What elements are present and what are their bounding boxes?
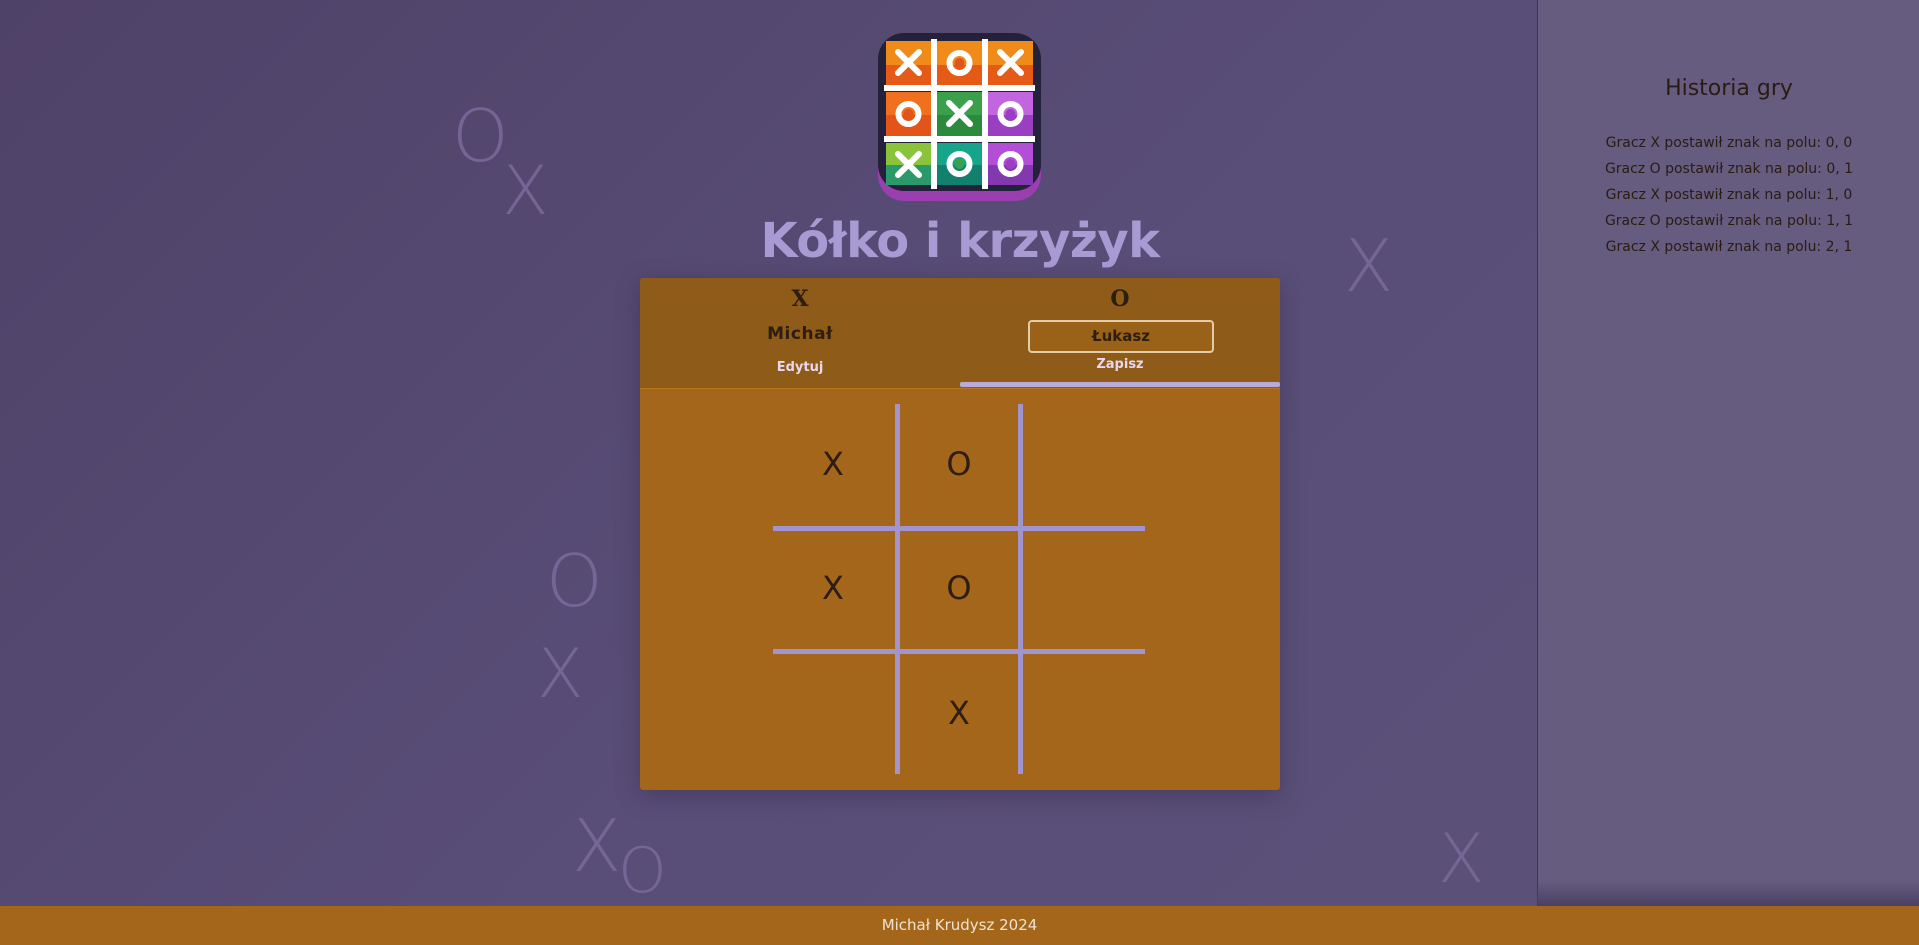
tic-tac-toe-logo-icon [878,33,1041,201]
history-entry: Gracz X postawił znak na polu: 2, 1 [1605,239,1853,255]
player-o: O Łukasz Zapisz [960,278,1280,388]
history-entry: Gracz O postawił znak na polu: 0, 1 [1604,161,1854,177]
save-button[interactable]: Zapisz [960,357,1280,372]
history-entry: Gracz X postawił znak na polu: 0, 0 [1605,135,1853,151]
background-x-glyph: X [502,152,549,231]
footer: Michał Krudysz 2024 [0,906,1919,945]
board-cell-1-0[interactable]: X [773,528,893,648]
board-cell-2-0[interactable] [773,653,893,773]
player-symbol: X [791,286,809,312]
edit-button[interactable]: Edytuj [640,360,960,375]
player-name-input[interactable]: Łukasz [1028,320,1214,353]
player-name: Michał [767,324,833,344]
board-cell-1-1[interactable]: O [899,528,1019,648]
history-entry: Gracz O postawił znak na polu: 1, 1 [1604,213,1854,229]
board-cell-0-0[interactable]: X [773,404,893,524]
board-cell-0-2[interactable] [1024,404,1144,524]
background-x-glyph: X [537,635,584,714]
board-cell-2-2[interactable] [1024,653,1144,773]
history-title: Historia gry [1665,76,1793,101]
background-o-glyph: O [618,834,667,907]
background-x-glyph: X [1438,820,1485,899]
footer-text: Michał Krudysz 2024 [881,916,1038,934]
board-cell-2-1[interactable]: X [899,653,1019,773]
player-symbol: O [1110,286,1130,312]
board-cell-0-1[interactable]: O [899,404,1019,524]
background-x-glyph: X [1344,224,1394,308]
players-panel: X Michał Edytuj O Łukasz Zapisz [640,278,1280,389]
history-entry: Gracz X postawił znak na polu: 1, 0 [1605,187,1853,203]
player-x: X Michał Edytuj [640,278,960,388]
main-area: O X X O X X O X Kółko i krzyżyk X Michał… [0,0,1537,906]
background-x-glyph: X [572,804,622,888]
game-board: X O X O X [773,404,1145,774]
active-player-indicator [960,382,1280,387]
background-o-glyph: O [452,94,509,178]
sidebar-shadow [1537,880,1919,906]
page-title: Kółko i krzyżyk [760,213,1160,269]
game-history-sidebar: Historia gry Gracz X postawił znak na po… [1537,0,1919,906]
game-panel: X Michał Edytuj O Łukasz Zapisz X O X O … [640,278,1280,790]
background-o-glyph: O [546,539,603,623]
board-cell-1-2[interactable] [1024,528,1144,648]
history-list: Gracz X postawił znak na polu: 0, 0 Grac… [1538,130,1919,260]
